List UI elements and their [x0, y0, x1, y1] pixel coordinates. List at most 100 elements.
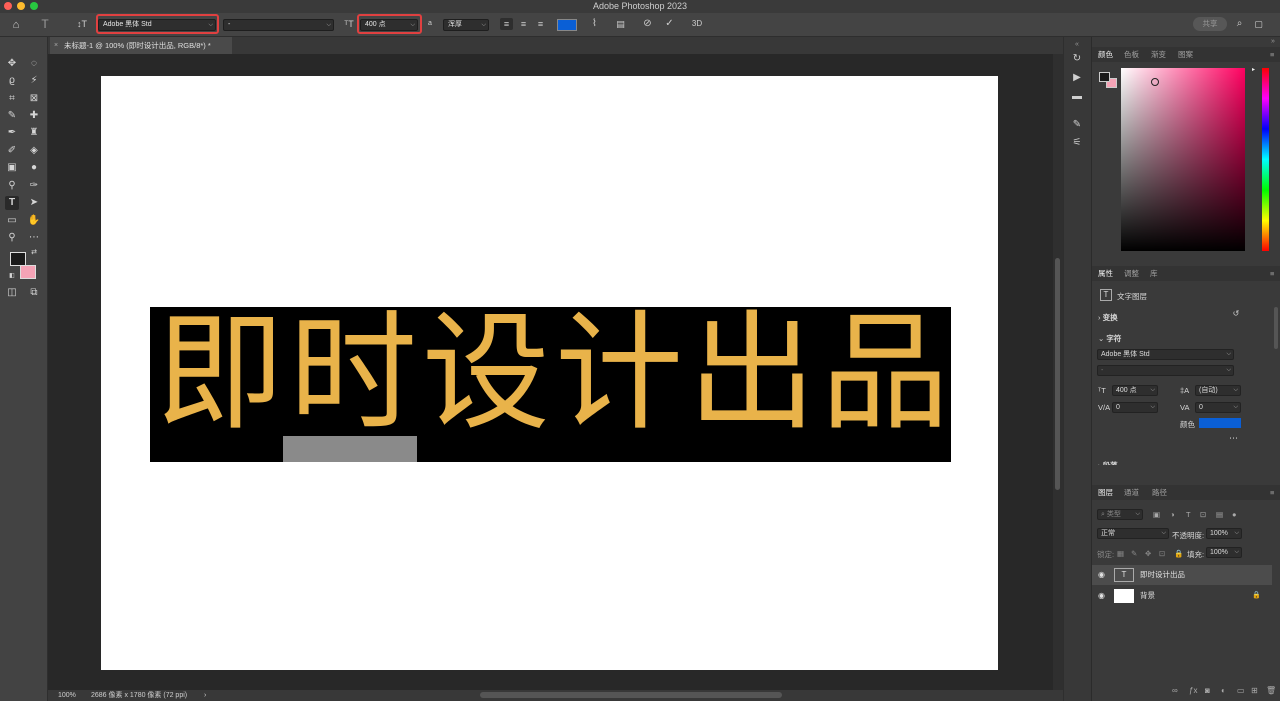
- reset-transform-icon[interactable]: ↺: [1230, 308, 1242, 320]
- props-kerning-field[interactable]: 0 ⌵: [1112, 402, 1158, 413]
- type-tool-preset-icon[interactable]: T: [38, 18, 52, 30]
- foreground-color-swatch[interactable]: [10, 252, 26, 266]
- character-panel-icon[interactable]: ▤: [614, 18, 627, 30]
- props-font-family-select[interactable]: Adobe 黑体 Std ⌵: [1097, 349, 1234, 360]
- screen-mode-icon[interactable]: ⧉: [27, 286, 41, 300]
- hue-slider[interactable]: [1262, 68, 1269, 251]
- eraser-tool-icon[interactable]: ◈: [27, 144, 41, 158]
- filter-shape-icon[interactable]: ⊡: [1200, 510, 1206, 519]
- props-font-style-select[interactable]: - ⌵: [1097, 365, 1234, 376]
- vertical-scroll-thumb[interactable]: [1055, 258, 1060, 490]
- add-mask-icon[interactable]: ◙: [1205, 686, 1210, 695]
- zoom-tool-icon[interactable]: ⚲: [5, 231, 19, 245]
- lock-pixels-icon[interactable]: ▦: [1117, 549, 1124, 558]
- collapse-arrows-icon[interactable]: «: [1071, 39, 1083, 51]
- transform-section-toggle[interactable]: › 变换: [1098, 312, 1118, 323]
- lock-paint-icon[interactable]: ✎: [1131, 549, 1137, 558]
- tab-channels[interactable]: 通道: [1124, 485, 1139, 500]
- tab-paths[interactable]: 路径: [1152, 485, 1167, 500]
- path-selection-icon[interactable]: ➤: [27, 196, 41, 210]
- home-icon[interactable]: ⌂: [9, 19, 23, 31]
- tab-properties[interactable]: 属性: [1098, 266, 1113, 281]
- layer-style-icon[interactable]: ƒx: [1189, 686, 1197, 695]
- chevron-right-icon[interactable]: ›: [204, 690, 206, 701]
- quick-mask-icon[interactable]: ◫: [5, 286, 19, 300]
- more-options-icon[interactable]: ⋯: [1229, 433, 1238, 444]
- workspace-icon[interactable]: ▢: [1252, 18, 1265, 30]
- move-tool-icon[interactable]: ✥: [5, 57, 19, 71]
- crop-tool-icon[interactable]: ⌗: [5, 92, 19, 106]
- props-tracking-field[interactable]: 0 ⌵: [1195, 402, 1241, 413]
- properties-scroll-thumb[interactable]: [1274, 307, 1278, 349]
- panel-menu-icon[interactable]: ≡: [1270, 266, 1274, 281]
- tab-layers[interactable]: 图层: [1098, 485, 1113, 500]
- search-icon[interactable]: ⌕: [1233, 18, 1246, 30]
- fill-field[interactable]: 100% ⌵: [1206, 547, 1242, 558]
- hue-slider-marker-icon[interactable]: ▸: [1252, 66, 1255, 73]
- tab-patterns[interactable]: 图案: [1178, 47, 1193, 62]
- filter-toggle-icon[interactable]: ●: [1232, 510, 1237, 519]
- rectangle-tool-icon[interactable]: ▭: [5, 214, 19, 228]
- share-button[interactable]: 共享: [1193, 17, 1227, 31]
- lock-position-icon[interactable]: ✥: [1145, 549, 1151, 558]
- antialias-select[interactable]: 浑厚 ⌵: [443, 19, 489, 31]
- panel-menu-icon[interactable]: ≡: [1270, 485, 1274, 500]
- color-field[interactable]: [1121, 68, 1245, 251]
- align-center-icon[interactable]: ≡: [517, 18, 530, 30]
- actions-play-icon[interactable]: ▶: [1071, 72, 1083, 84]
- frame-tool-icon[interactable]: ⊠: [27, 92, 41, 106]
- more-tools-icon[interactable]: ⋯: [27, 231, 41, 245]
- font-style-select[interactable]: - ⌵: [223, 19, 334, 31]
- blur-tool-icon[interactable]: ●: [27, 161, 41, 175]
- 3d-button[interactable]: 3D: [688, 18, 706, 30]
- brush-settings-icon[interactable]: ✎: [1071, 119, 1083, 131]
- tab-swatches[interactable]: 色板: [1124, 47, 1139, 62]
- lock-all-icon[interactable]: 🔒: [1174, 549, 1183, 558]
- zoom-level[interactable]: 100%: [58, 690, 76, 701]
- filter-adjustment-icon[interactable]: ◑: [1170, 510, 1175, 519]
- swap-colors-icon[interactable]: ⇄: [29, 248, 39, 258]
- brush-tool-icon[interactable]: ✒: [5, 126, 19, 140]
- text-layer-content[interactable]: 即时设计出品: [150, 307, 951, 462]
- link-layers-icon[interactable]: ∞: [1172, 686, 1178, 695]
- dodge-tool-icon[interactable]: ⚲: [5, 179, 19, 193]
- layer-filter-select[interactable]: ⌕ 类型 ⌵: [1097, 509, 1143, 520]
- gradient-tool-icon[interactable]: ▣: [5, 161, 19, 175]
- filter-pixel-icon[interactable]: ▣: [1153, 510, 1160, 519]
- filter-smartobject-icon[interactable]: ▤: [1216, 510, 1223, 519]
- lasso-tool-icon[interactable]: ϱ: [5, 74, 19, 88]
- panel-menu-icon[interactable]: ≡: [1270, 47, 1274, 62]
- new-layer-icon[interactable]: ⊞: [1251, 686, 1258, 695]
- horizontal-scroll-thumb[interactable]: [480, 692, 782, 698]
- magic-wand-icon[interactable]: ⚡: [27, 74, 41, 88]
- cancel-icon[interactable]: ⊘: [641, 18, 654, 30]
- eyedropper-icon[interactable]: ✎: [5, 109, 19, 123]
- tab-gradients[interactable]: 渐变: [1151, 47, 1166, 62]
- adjustment-layer-icon[interactable]: ◐: [1221, 686, 1226, 695]
- history-brush-icon[interactable]: ✐: [5, 144, 19, 158]
- align-right-icon[interactable]: ≡: [534, 18, 547, 30]
- visibility-eye-icon[interactable]: ◉: [1098, 586, 1105, 606]
- tab-color[interactable]: 颜色: [1098, 47, 1113, 62]
- new-group-icon[interactable]: ▭: [1237, 686, 1245, 695]
- layer-row-text[interactable]: ◉ T 即时设计出品: [1092, 565, 1272, 585]
- clone-stamp-icon[interactable]: ♜: [27, 126, 41, 140]
- comments-icon[interactable]: ▬: [1071, 91, 1083, 103]
- filter-type-icon[interactable]: T: [1186, 510, 1191, 519]
- pen-tool-icon[interactable]: ✑: [27, 179, 41, 193]
- text-orientation-icon[interactable]: ↕T: [75, 18, 89, 30]
- color-picker-marker[interactable]: [1151, 78, 1159, 86]
- lock-artboard-icon[interactable]: ⊡: [1159, 549, 1165, 558]
- warp-text-icon[interactable]: ⌇: [588, 18, 601, 30]
- opacity-field[interactable]: 100% ⌵: [1206, 528, 1242, 539]
- history-panel-icon[interactable]: ↻: [1071, 53, 1083, 65]
- align-left-icon[interactable]: ≡: [500, 18, 513, 30]
- healing-brush-icon[interactable]: ✚: [27, 109, 41, 123]
- type-tool-icon[interactable]: T: [5, 196, 19, 210]
- tab-adjustments[interactable]: 调整: [1124, 266, 1139, 281]
- props-leading-field[interactable]: (自动) ⌵: [1195, 385, 1241, 396]
- props-color-swatch[interactable]: [1199, 418, 1241, 428]
- document-tab[interactable]: × 未标题-1 @ 100% (即时设计出品, RGB/8*) *: [50, 37, 232, 54]
- layer-row-background[interactable]: ◉ 背景 🔒: [1092, 586, 1272, 606]
- elliptical-marquee-icon[interactable]: ◌: [27, 57, 41, 71]
